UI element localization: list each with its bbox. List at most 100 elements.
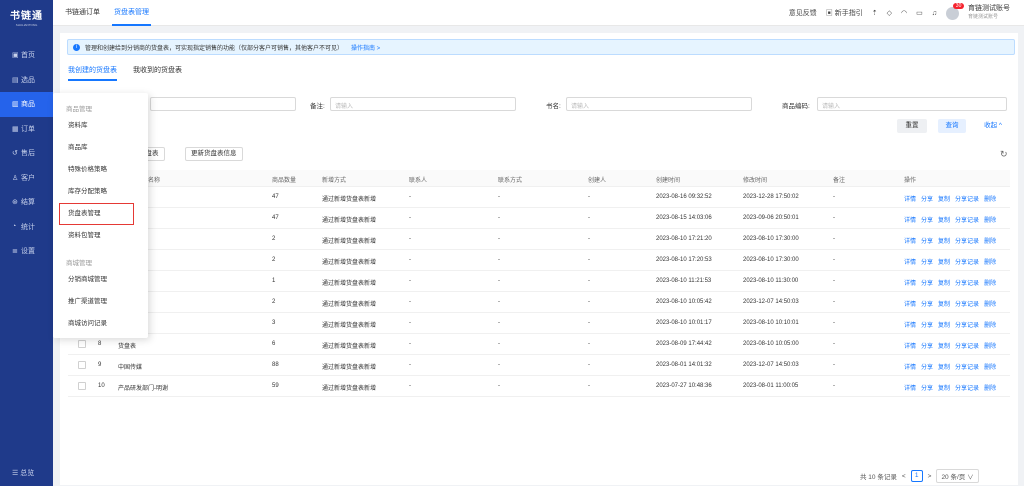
tab-orders[interactable]: 书链通订单 — [63, 0, 102, 26]
share-record-link[interactable]: 分享记录 — [955, 362, 979, 371]
submenu-item-goods-1[interactable]: 商品库 — [53, 137, 148, 159]
tab-received-pallets[interactable]: 我收到的货盘表 — [133, 65, 182, 81]
detail-link[interactable]: 详情 — [904, 383, 916, 392]
delete-link[interactable]: 删除 — [984, 278, 996, 287]
share-link[interactable]: 分享 — [921, 320, 933, 329]
guide-link[interactable]: ▣ 新手指引 — [826, 8, 863, 18]
copy-link[interactable]: 复制 — [938, 320, 950, 329]
delete-link[interactable]: 删除 — [984, 341, 996, 350]
refresh-icon[interactable]: ↻ — [1000, 149, 1008, 160]
delete-link[interactable]: 删除 — [984, 383, 996, 392]
sidebar-item-after-sale[interactable]: ↺ 售后 — [0, 141, 53, 166]
share-link[interactable]: 分享 — [921, 236, 933, 245]
copy-link[interactable]: 复制 — [938, 257, 950, 266]
col-created[interactable]: 创建时间 — [656, 175, 680, 184]
detail-link[interactable]: 详情 — [904, 320, 916, 329]
delete-link[interactable]: 删除 — [984, 236, 996, 245]
detail-link[interactable]: 详情 — [904, 236, 916, 245]
sidebar-overview-button[interactable]: ☰ 总览 — [12, 468, 34, 478]
sidebar-item-stats[interactable]: ◔ 统计 — [0, 215, 53, 240]
col-modified[interactable]: 修改时间 — [743, 175, 767, 184]
share-record-link[interactable]: 分享记录 — [955, 194, 979, 203]
page-1-button[interactable]: 1 — [910, 470, 923, 482]
delete-link[interactable]: 删除 — [984, 257, 996, 266]
next-page-button[interactable]: > — [928, 473, 932, 480]
guide-link-button[interactable]: 操作指南 > — [351, 43, 380, 52]
share-record-link[interactable]: 分享记录 — [955, 383, 979, 392]
share-link[interactable]: 分享 — [921, 215, 933, 224]
sidebar-item-customer[interactable]: ♙ 客户 — [0, 166, 53, 191]
detail-link[interactable]: 详情 — [904, 278, 916, 287]
row-checkbox[interactable] — [78, 340, 86, 348]
share-link[interactable]: 分享 — [921, 362, 933, 371]
prev-page-button[interactable]: < — [902, 473, 906, 480]
feedback-link[interactable]: 意见反馈 — [789, 8, 817, 18]
name-filter-input[interactable] — [150, 97, 296, 111]
share-record-link[interactable]: 分享记录 — [955, 299, 979, 308]
document-icon[interactable]: ▭ — [916, 9, 923, 17]
book-name-input[interactable]: 请输入 — [566, 97, 752, 111]
share-link[interactable]: 分享 — [921, 299, 933, 308]
delete-link[interactable]: 删除 — [984, 362, 996, 371]
detail-link[interactable]: 详情 — [904, 194, 916, 203]
share-link[interactable]: 分享 — [921, 257, 933, 266]
row-checkbox[interactable] — [78, 361, 86, 369]
submenu-item-goods-5[interactable]: 资料包管理 — [53, 225, 148, 247]
tab-pallet-management[interactable]: 货盘表管理 — [112, 0, 151, 26]
tab-created-pallets[interactable]: 我创建的货盘表 — [68, 65, 117, 81]
share-record-link[interactable]: 分享记录 — [955, 320, 979, 329]
detail-link[interactable]: 详情 — [904, 341, 916, 350]
detail-link[interactable]: 详情 — [904, 362, 916, 371]
query-button[interactable]: 查询 — [938, 119, 966, 133]
sidebar-item-dashboard[interactable]: ▣ 首页 — [0, 43, 53, 68]
copy-link[interactable]: 复制 — [938, 278, 950, 287]
tag-icon[interactable]: ◇ — [887, 9, 892, 17]
sidebar-item-product-select[interactable]: ▤ 选品 — [0, 68, 53, 93]
share-record-link[interactable]: 分享记录 — [955, 236, 979, 245]
copy-link[interactable]: 复制 — [938, 341, 950, 350]
share-record-link[interactable]: 分享记录 — [955, 341, 979, 350]
submenu-item-goods-4[interactable]: 货盘表管理 — [59, 203, 134, 225]
upload-icon[interactable]: ⇡ — [872, 9, 878, 17]
share-link[interactable]: 分享 — [921, 341, 933, 350]
delete-link[interactable]: 删除 — [984, 194, 996, 203]
submenu-item-goods-0[interactable]: 资料库 — [53, 115, 148, 137]
remark-input[interactable]: 请输入 — [330, 97, 516, 111]
copy-link[interactable]: 复制 — [938, 215, 950, 224]
share-record-link[interactable]: 分享记录 — [955, 278, 979, 287]
delete-link[interactable]: 删除 — [984, 320, 996, 329]
share-link[interactable]: 分享 — [921, 278, 933, 287]
sidebar-item-settings[interactable]: ≣ 设置 — [0, 239, 53, 264]
share-record-link[interactable]: 分享记录 — [955, 257, 979, 266]
copy-link[interactable]: 复制 — [938, 299, 950, 308]
copy-link[interactable]: 复制 — [938, 236, 950, 245]
sidebar-item-settlement[interactable]: ⊛ 结算 — [0, 190, 53, 215]
sidebar-item-goods[interactable]: ▥ 商品 — [0, 92, 53, 117]
col-quantity[interactable]: 商品数量 — [272, 175, 296, 184]
share-link[interactable]: 分享 — [921, 383, 933, 392]
detail-link[interactable]: 详情 — [904, 215, 916, 224]
delete-link[interactable]: 删除 — [984, 299, 996, 308]
product-code-input[interactable]: 请输入 — [817, 97, 1007, 111]
submenu-item-goods-2[interactable]: 特殊价格策略 — [53, 159, 148, 181]
submenu-item-goods-3[interactable]: 库存分配策略 — [53, 181, 148, 203]
detail-link[interactable]: 详情 — [904, 257, 916, 266]
copy-link[interactable]: 复制 — [938, 383, 950, 392]
row-checkbox[interactable] — [78, 382, 86, 390]
app-logo[interactable]: 书链通 SHULIANTONG — [0, 0, 53, 34]
submenu-item-mall-0[interactable]: 分销商城管理 — [53, 269, 148, 291]
sidebar-item-order[interactable]: ▦ 订单 — [0, 117, 53, 142]
update-pallet-button[interactable]: 更新货盘表信息 — [185, 147, 243, 161]
copy-link[interactable]: 复制 — [938, 194, 950, 203]
submenu-item-mall-1[interactable]: 推广渠道管理 — [53, 291, 148, 313]
reset-button[interactable]: 重置 — [897, 119, 927, 133]
notification-icon[interactable]: ♫ — [932, 10, 937, 17]
detail-link[interactable]: 详情 — [904, 299, 916, 308]
page-size-select[interactable]: 20 条/页 ∨ — [936, 469, 979, 483]
submenu-item-mall-2[interactable]: 商城访问记录 — [53, 313, 148, 335]
headset-icon[interactable]: ◠ — [901, 9, 907, 17]
share-link[interactable]: 分享 — [921, 194, 933, 203]
share-record-link[interactable]: 分享记录 — [955, 215, 979, 224]
user-info[interactable]: 育链测试账号 育链测试账号 — [968, 5, 1010, 21]
delete-link[interactable]: 删除 — [984, 215, 996, 224]
